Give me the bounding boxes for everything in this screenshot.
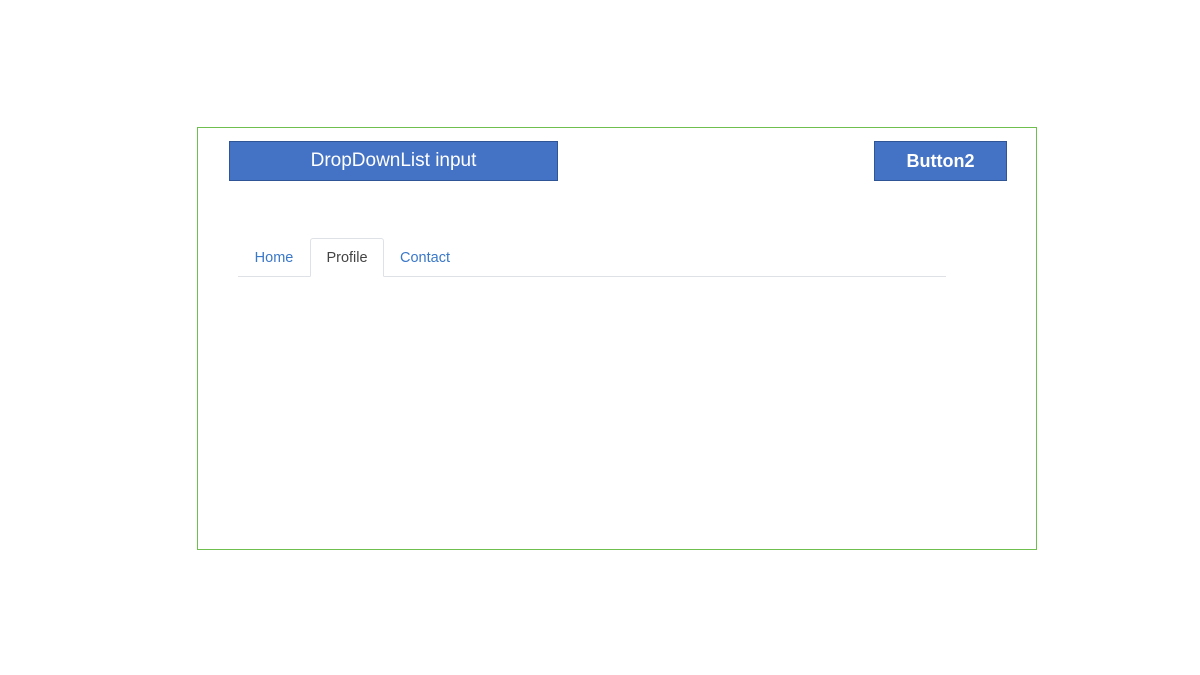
tab-profile[interactable]: Profile: [310, 238, 384, 277]
dropdown-list-input[interactable]: DropDownList input: [229, 141, 558, 181]
tab-home[interactable]: Home: [238, 238, 310, 277]
tab-bar: Home Profile Contact: [238, 238, 946, 277]
container-frame: [197, 127, 1037, 550]
tab-contact[interactable]: Contact: [384, 238, 466, 277]
button2[interactable]: Button2: [874, 141, 1007, 181]
